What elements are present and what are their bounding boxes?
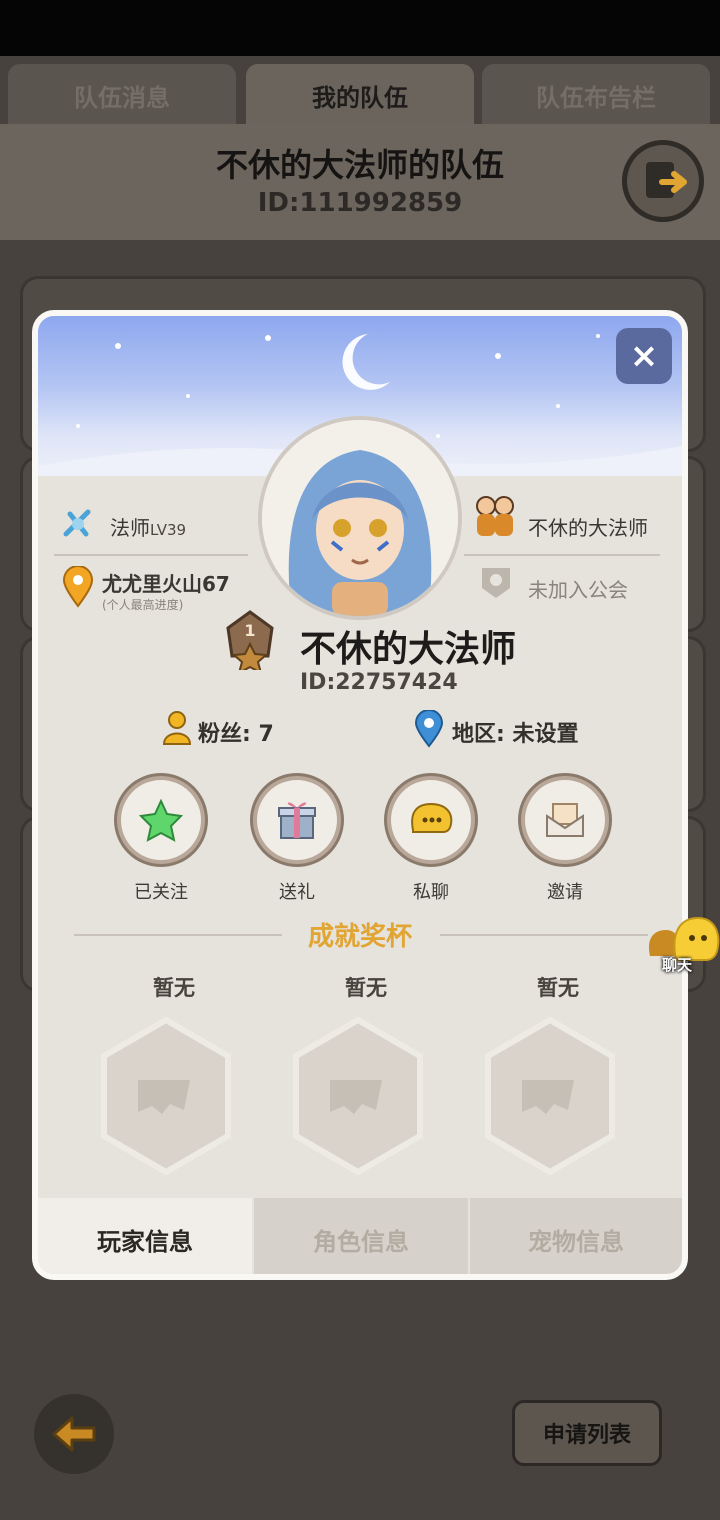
profile-tabs: 玩家信息 角色信息 宠物信息 xyxy=(38,1198,682,1274)
gift-icon xyxy=(278,802,316,839)
mage-class-icon xyxy=(63,509,91,537)
exit-door-icon xyxy=(646,162,687,198)
progress-note: (个人最高进度) xyxy=(102,598,184,612)
location-pin-icon xyxy=(62,566,94,608)
tab-team-bulletin[interactable]: 队伍布告栏 xyxy=(482,64,710,126)
floating-chat-button[interactable]: 聊天 xyxy=(646,916,720,976)
close-button[interactable]: × xyxy=(616,328,672,384)
apply-list-button[interactable]: 申请列表 xyxy=(512,1400,662,1466)
team-id: ID:111992859 xyxy=(257,188,463,218)
chat-bubble-icon xyxy=(411,802,453,833)
team-title: 不休的大法师的队伍 xyxy=(215,146,504,184)
tab-character-info[interactable]: 角色信息 xyxy=(254,1198,468,1274)
tab-team-messages[interactable]: 队伍消息 xyxy=(8,64,236,126)
tab-player-info[interactable]: 玩家信息 xyxy=(38,1198,252,1274)
send-gift-label: 送礼 xyxy=(279,882,315,903)
exit-team-button[interactable] xyxy=(622,140,704,222)
player-profile-dialog: × 法师LV39 尤尤里火山67 (个人最高进度) 不休的大法师 未加入公会 1… xyxy=(32,310,688,1280)
region-pin-icon xyxy=(414,710,444,748)
chat-label: 聊天 xyxy=(662,956,693,974)
empty-trophy-slot xyxy=(485,1016,615,1176)
region: 地区: 未设置 xyxy=(452,722,579,747)
private-chat-label: 私聊 xyxy=(413,882,449,903)
tab-pet-info[interactable]: 宠物信息 xyxy=(470,1198,682,1274)
invite-button[interactable]: 邀请 xyxy=(500,776,630,904)
divider xyxy=(464,554,660,556)
back-arrow-icon xyxy=(52,1416,96,1452)
player-avatar-art xyxy=(262,420,458,616)
follow-label: 已关注 xyxy=(134,882,188,903)
trophy-label: 暂无 xyxy=(153,976,195,1000)
private-chat-button[interactable]: 私聊 xyxy=(366,776,496,904)
status-bar xyxy=(0,0,720,56)
player-name: 不休的大法师 xyxy=(300,629,517,670)
divider xyxy=(54,554,248,556)
team-leader-icon xyxy=(476,496,514,536)
class-level: 法师LV39 xyxy=(110,516,187,540)
avatar[interactable] xyxy=(262,420,458,616)
rank-badge-icon: 1 xyxy=(226,610,274,670)
guild-emblem-icon xyxy=(482,568,510,598)
fans-count: 粉丝: 7 xyxy=(198,722,274,747)
trophy-label: 暂无 xyxy=(537,976,579,1000)
follow-button[interactable]: 已关注 xyxy=(96,776,226,904)
invite-envelope-icon xyxy=(546,803,584,837)
empty-trophy-slot xyxy=(101,1016,231,1176)
team-leader-name: 不休的大法师 xyxy=(528,516,648,540)
player-id: ID:22757424 xyxy=(300,670,458,695)
invite-label: 邀请 xyxy=(547,882,583,903)
tab-my-team[interactable]: 我的队伍 xyxy=(246,64,474,126)
close-icon: × xyxy=(629,336,659,376)
rank-number: 1 xyxy=(244,621,255,640)
send-gift-button[interactable]: 送礼 xyxy=(232,776,362,904)
empty-trophy-slot xyxy=(293,1016,423,1176)
fans-person-icon xyxy=(162,711,192,745)
star-icon xyxy=(139,798,183,842)
progress-location: 尤尤里火山67 xyxy=(102,572,230,596)
trophy-section-title: 成就奖杯 xyxy=(307,922,412,952)
trophy-label: 暂无 xyxy=(345,976,387,1000)
back-button[interactable] xyxy=(34,1394,114,1474)
guild-status: 未加入公会 xyxy=(528,578,628,602)
